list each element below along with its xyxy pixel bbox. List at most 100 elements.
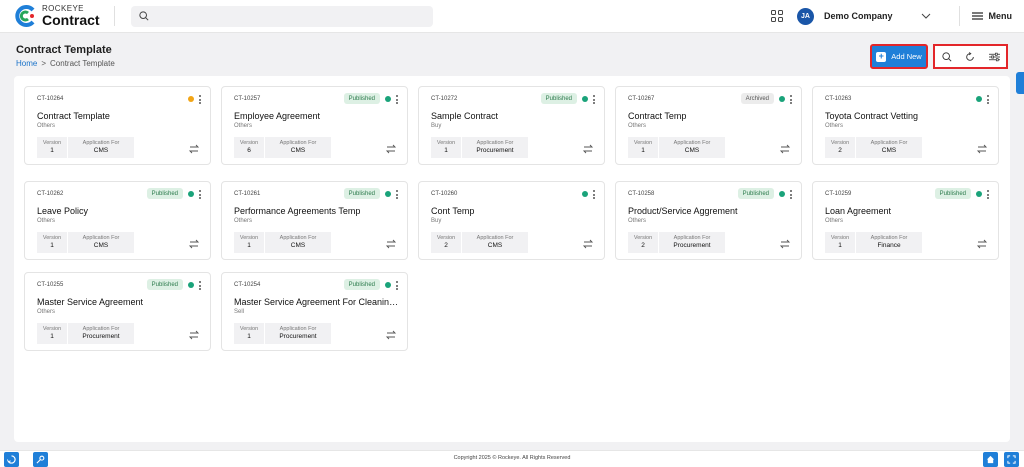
swap-icon[interactable]: [582, 239, 594, 249]
status-badge: Published: [540, 93, 577, 104]
version-cell: Version 1: [234, 232, 264, 253]
template-name: Contract Temp: [628, 111, 687, 121]
template-name: Employee Agreement: [234, 111, 321, 121]
expand-icon: [1007, 455, 1016, 464]
contract-template-card[interactable]: CT-10262 Published Leave Policy Others V…: [24, 181, 211, 260]
plus-icon: +: [876, 51, 887, 62]
version-value: 1: [838, 241, 842, 249]
contract-template-card[interactable]: CT-10267 Archived Contract Temp Others V…: [615, 86, 802, 165]
template-meta: Version 1 Application For CMS: [37, 232, 134, 253]
refresh-button[interactable]: [961, 48, 979, 66]
user-avatar[interactable]: JA: [796, 7, 814, 25]
more-options-icon[interactable]: [199, 95, 201, 104]
application-cell: Application For CMS: [856, 137, 922, 158]
more-options-icon[interactable]: [199, 190, 201, 199]
apps-grid-icon[interactable]: [770, 10, 783, 22]
menu-button[interactable]: Menu: [971, 11, 1012, 21]
application-value: CMS: [93, 146, 109, 154]
version-cell: Version 2: [431, 232, 461, 253]
application-cell: Application For Procurement: [659, 232, 725, 253]
breadcrumb-home-link[interactable]: Home: [16, 59, 37, 68]
contract-template-card[interactable]: CT-10257 Published Employee Agreement Ot…: [221, 86, 408, 165]
version-label: Version: [42, 325, 62, 332]
version-label: Version: [239, 234, 259, 241]
more-options-icon[interactable]: [199, 281, 201, 290]
home-button[interactable]: [983, 452, 998, 467]
status-dot-icon: [385, 282, 391, 288]
version-label: Version: [239, 139, 259, 146]
swap-icon[interactable]: [779, 144, 791, 154]
template-meta: Version 1 Application For Procurement: [234, 323, 331, 344]
version-cell: Version 1: [37, 323, 67, 344]
version-value: 2: [838, 146, 842, 154]
application-label: Application For: [279, 139, 317, 146]
add-new-button[interactable]: + Add New: [870, 44, 928, 69]
application-value: CMS: [93, 241, 109, 249]
swap-icon[interactable]: [976, 239, 988, 249]
version-value: 1: [50, 332, 54, 340]
contract-template-card[interactable]: CT-10261 Published Performance Agreement…: [221, 181, 408, 260]
more-options-icon[interactable]: [396, 95, 398, 104]
contract-template-card[interactable]: CT-10259 Published Loan Agreement Others…: [812, 181, 999, 260]
more-options-icon[interactable]: [987, 190, 989, 199]
version-value: 1: [247, 241, 251, 249]
more-options-icon[interactable]: [790, 190, 792, 199]
swap-icon[interactable]: [188, 144, 200, 154]
swap-icon[interactable]: [188, 330, 200, 340]
status-dot-icon: [188, 282, 194, 288]
template-category: Others: [37, 309, 56, 315]
company-name[interactable]: Demo Company: [824, 11, 893, 21]
template-category: Others: [825, 218, 844, 224]
application-cell: Application For CMS: [265, 137, 331, 158]
contract-template-card[interactable]: CT-10260 Cont Temp Buy Version 2 Applica…: [418, 181, 605, 260]
contract-template-card[interactable]: CT-10254 Published Master Service Agreem…: [221, 272, 408, 351]
swap-icon[interactable]: [385, 239, 397, 249]
version-cell: Version 1: [234, 323, 264, 344]
application-label: Application For: [82, 139, 120, 146]
swap-icon[interactable]: [385, 330, 397, 340]
template-name: Contract Template: [37, 111, 110, 121]
swap-icon[interactable]: [779, 239, 791, 249]
version-value: 2: [641, 241, 645, 249]
status-dot-icon: [188, 96, 194, 102]
more-options-icon[interactable]: [987, 95, 989, 104]
fullscreen-button[interactable]: [1004, 452, 1019, 467]
status-badge: Published: [737, 188, 774, 199]
swap-icon[interactable]: [582, 144, 594, 154]
contract-template-card[interactable]: CT-10272 Published Sample Contract Buy V…: [418, 86, 605, 165]
filter-settings-button[interactable]: [985, 48, 1003, 66]
version-label: Version: [239, 325, 259, 332]
version-value: 1: [50, 241, 54, 249]
status-dot-icon: [582, 96, 588, 102]
side-panel-toggle[interactable]: [1016, 72, 1024, 94]
contract-template-card[interactable]: CT-10258 Published Product/Service Aggre…: [615, 181, 802, 260]
template-code: CT-10254: [234, 282, 261, 288]
application-cell: Application For Procurement: [265, 323, 331, 344]
contract-template-card[interactable]: CT-10264 Contract Template Others Versio…: [24, 86, 211, 165]
more-options-icon[interactable]: [396, 281, 398, 290]
swap-icon[interactable]: [188, 239, 200, 249]
swap-icon[interactable]: [385, 144, 397, 154]
more-options-icon[interactable]: [396, 190, 398, 199]
version-label: Version: [42, 234, 62, 241]
breadcrumb: Home > Contract Template: [16, 59, 115, 68]
template-category: Others: [628, 123, 647, 129]
template-code: CT-10259: [825, 191, 852, 197]
contract-template-card[interactable]: CT-10255 Published Master Service Agreem…: [24, 272, 211, 351]
swap-icon[interactable]: [976, 144, 988, 154]
chevron-down-icon[interactable]: [921, 13, 931, 19]
global-search-input[interactable]: [131, 5, 433, 27]
app-logo[interactable]: ROCKEYE Contract: [14, 5, 114, 27]
template-code: CT-10263: [825, 96, 852, 102]
version-cell: Version 2: [825, 137, 855, 158]
template-card-grid: CT-10264 Contract Template Others Versio…: [14, 76, 1010, 442]
more-options-icon[interactable]: [593, 190, 595, 199]
status-badge: Published: [146, 279, 183, 290]
version-cell: Version 1: [37, 232, 67, 253]
application-label: Application For: [279, 234, 317, 241]
contract-template-card[interactable]: CT-10263 Toyota Contract Vetting Others …: [812, 86, 999, 165]
more-options-icon[interactable]: [790, 95, 792, 104]
more-options-icon[interactable]: [593, 95, 595, 104]
logo-text: ROCKEYE Contract: [42, 5, 100, 28]
search-button[interactable]: [938, 48, 956, 66]
